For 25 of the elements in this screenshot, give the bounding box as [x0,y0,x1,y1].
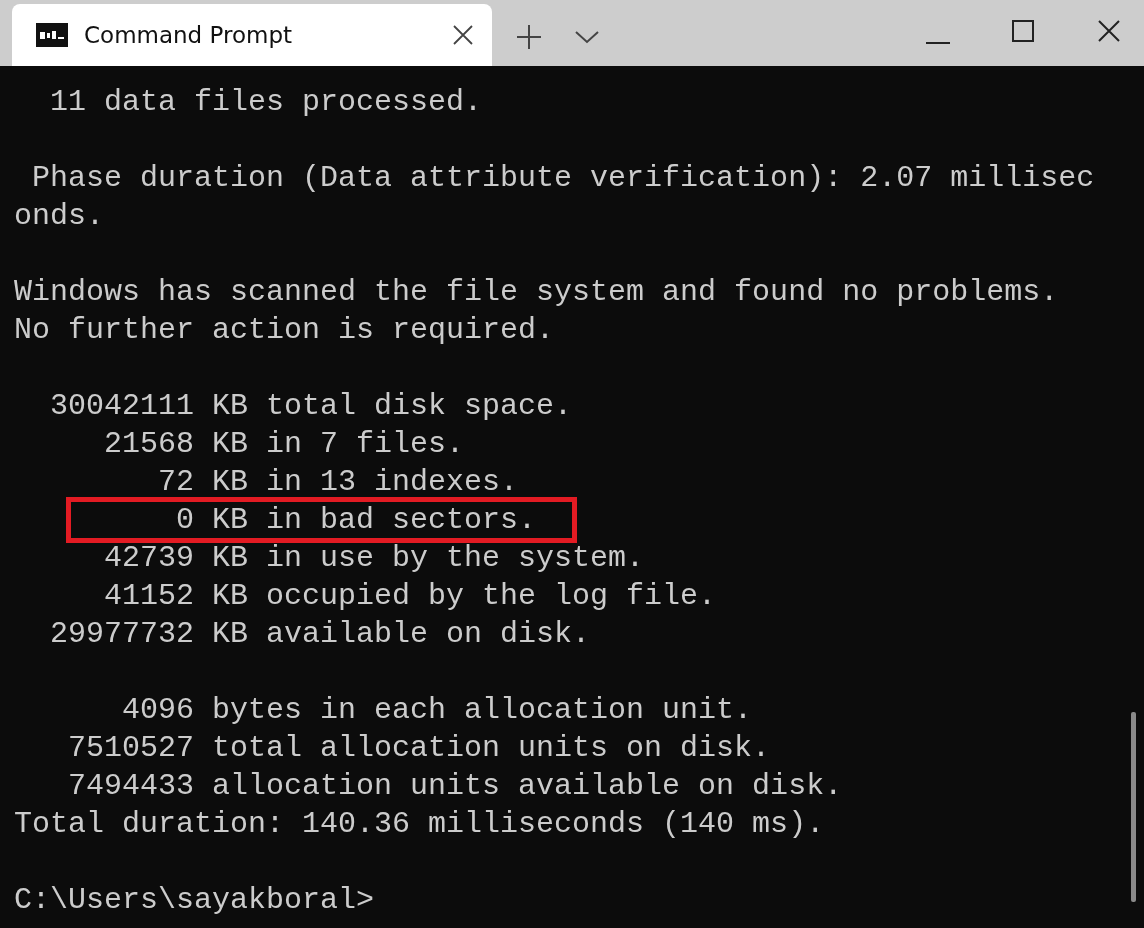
terminal-line: 0 KB in bad sectors. [14,501,537,539]
terminal-line: No further action is required. [14,312,555,349]
terminal-line: Total duration: 140.36 milliseconds (140 ms). [14,806,825,843]
terminal-line: 4096 bytes in each allocation unit. [121,692,753,729]
terminal-line: 30042111 KB total disk space. [49,388,573,425]
close-icon [1096,18,1122,44]
terminal-line: 42739 KB in use by the system. [103,540,645,577]
plus-icon [514,22,544,52]
terminal-line: 41152 KB occupied by the log file. [103,578,717,615]
close-tab-icon[interactable] [452,24,474,46]
terminal-icon [36,23,68,47]
maximize-icon [1010,18,1036,44]
terminal-line: 7510527 total allocation units on disk. [67,730,771,767]
terminal-line: Windows has scanned the file system and found no problems. [14,274,1059,311]
scrollbar-thumb[interactable] [1131,712,1136,902]
terminal-line: 72 KB in 13 indexes. [157,464,519,501]
minimize-icon [926,42,950,44]
terminal-line: 7494433 allocation units available on disk. [67,768,843,805]
terminal-line: 21568 KB in 7 files. [103,426,465,463]
terminal-line: 11 data files processed. [49,84,483,121]
terminal-line: C:\Users\sayakboral> [14,882,375,919]
tab[interactable]: Command Prompt [12,4,492,66]
terminal-line: onds. [14,198,104,235]
terminal-line: Phase duration (Data attribute verification): 2.07 millisec [31,160,1095,197]
terminal-line: 29977732 KB available on disk. [49,616,591,653]
